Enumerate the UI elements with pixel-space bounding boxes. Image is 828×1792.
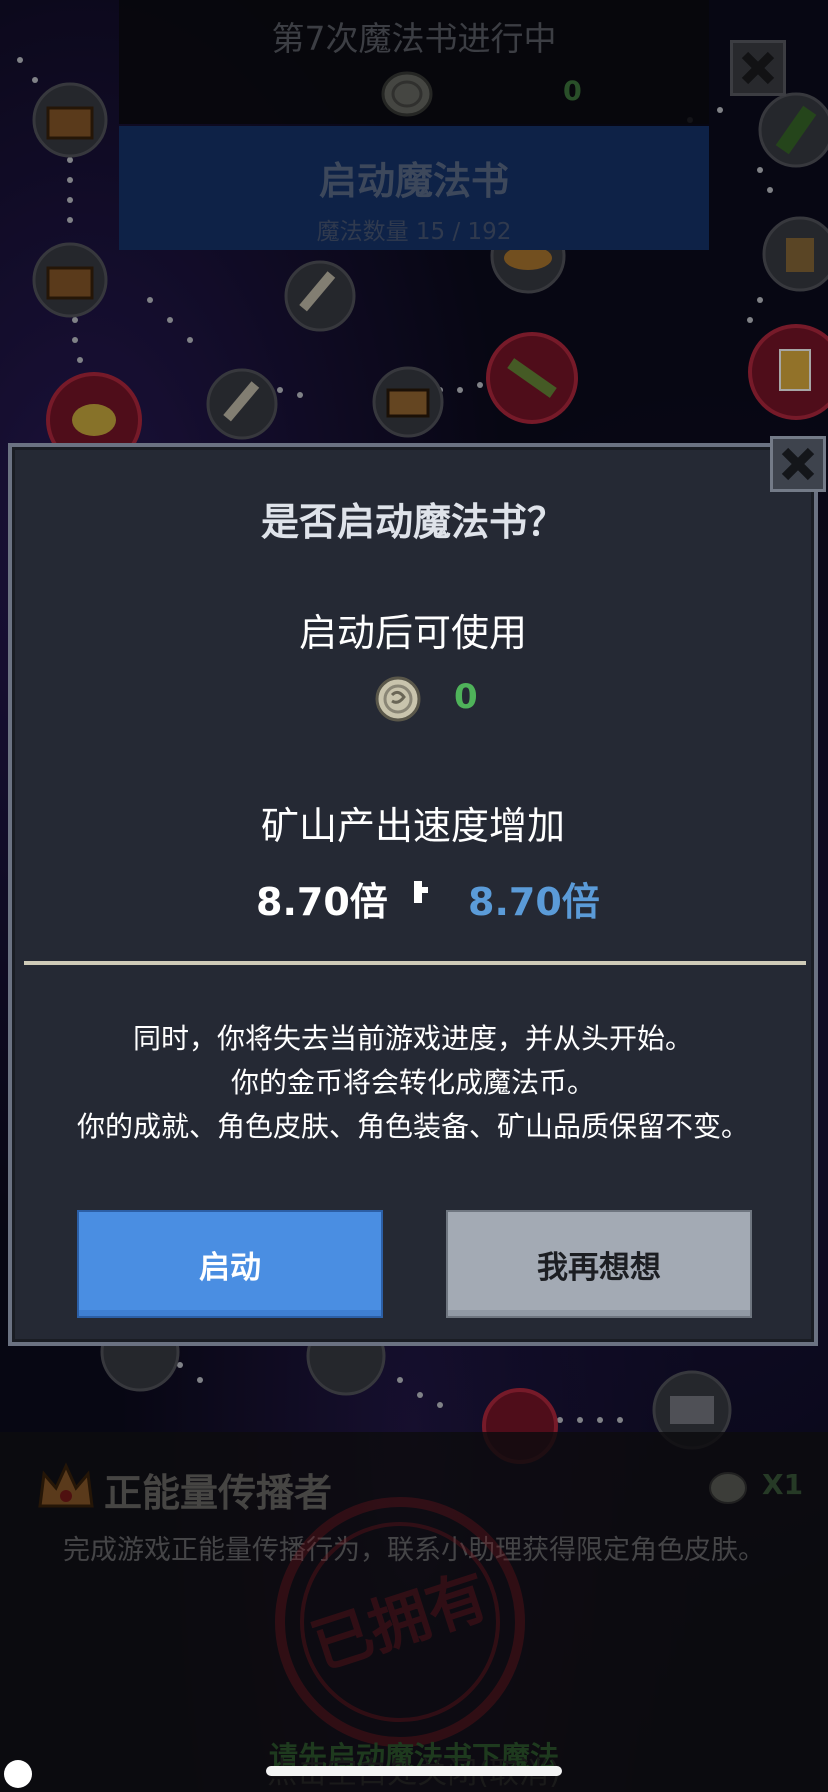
warning-line-coins: 你的金币将会转化成魔法币。 bbox=[230, 1066, 595, 1099]
dialog-coin-value: 0 bbox=[454, 677, 478, 717]
dialog-close-button[interactable] bbox=[770, 436, 826, 492]
close-icon bbox=[781, 447, 815, 481]
dialog-usable-label: 启动后可使用 bbox=[298, 611, 527, 655]
arrow-right-icon bbox=[414, 881, 428, 903]
start-button[interactable]: 启动 bbox=[77, 1210, 383, 1318]
reconsider-button[interactable]: 我再想想 bbox=[446, 1210, 752, 1318]
magic-coin-icon bbox=[375, 676, 421, 722]
home-indicator[interactable] bbox=[266, 1766, 562, 1776]
mine-speed-after: 8.70倍 bbox=[468, 880, 600, 924]
mine-speed-current: 8.70倍 bbox=[256, 880, 388, 924]
start-magic-book-dialog: 是否启动魔法书？ 启动后可使用 0 矿山产出速度增加 8.70倍 8.70倍 同… bbox=[8, 443, 818, 1346]
dialog-divider bbox=[24, 961, 806, 965]
warning-line-progress: 同时，你将失去当前游戏进度，并从头开始。 bbox=[132, 1022, 693, 1055]
mine-speed-label: 矿山产出速度增加 bbox=[260, 804, 565, 848]
dialog-title: 是否启动魔法书？ bbox=[260, 500, 565, 544]
warning-line-retained: 你的成就、角色皮肤、角色装备、矿山品质保留不变。 bbox=[76, 1110, 749, 1143]
